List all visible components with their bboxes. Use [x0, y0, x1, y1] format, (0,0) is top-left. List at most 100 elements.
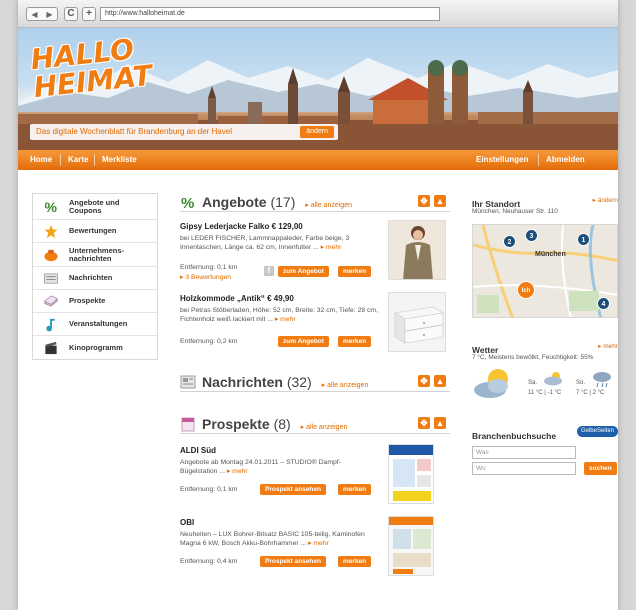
map-pin[interactable]: 3 — [525, 229, 538, 242]
sidebar-item-label: Angebote und Coupons — [69, 197, 120, 215]
where-input[interactable]: Wo — [472, 462, 576, 475]
prospekte-all-link[interactable]: ▸ alle anzeigen — [301, 424, 348, 431]
map-pin[interactable]: 2 — [503, 235, 516, 248]
newspaper-icon — [180, 375, 196, 389]
angebote-header: % Angebote (17) ▸ alle anzeigen ✥ ▴ — [180, 192, 450, 212]
brochure-item: ALDI Süd Angebote ab Montag 24.01.2011 –… — [180, 444, 450, 510]
location-map[interactable]: 2 3 1 4 München Ich — [472, 224, 618, 318]
my-location-pin[interactable]: Ich — [517, 281, 535, 299]
more-link[interactable]: ▸ mehr — [321, 244, 342, 251]
brochure-icon — [181, 417, 195, 432]
section-title-text: Angebote — [202, 194, 267, 210]
dresser-image[interactable] — [388, 292, 446, 352]
bookmark-button[interactable]: merken — [338, 556, 372, 567]
sidebar-item-kinoprogramm[interactable]: Kinoprogramm — [33, 336, 157, 359]
brochure-item: OBI Neuheiten – LUX Bohrer-Bitsatz BASIC… — [180, 516, 450, 582]
sidebar-item-prospekte[interactable]: Prospekte — [33, 290, 157, 313]
jacket-image[interactable] — [388, 220, 446, 280]
company-icon — [44, 249, 58, 262]
map-pin[interactable]: 1 — [577, 233, 590, 246]
url-bar[interactable]: http://www.halloheimat.de — [100, 7, 440, 21]
nav-abmelden[interactable]: Abmelden — [546, 150, 585, 170]
sidebar-item-veranstaltungen[interactable]: Veranstaltungen — [33, 313, 157, 336]
nachrichten-all-link[interactable]: ▸ alle anzeigen — [322, 382, 369, 389]
nav-merkliste[interactable]: Merkliste — [102, 150, 137, 170]
more-link[interactable]: ▸ mehr — [227, 468, 248, 475]
settings-icon[interactable]: ✥ — [418, 417, 430, 429]
newspaper-icon — [44, 273, 58, 284]
view-brochure-button[interactable]: Prospekt ansehen — [260, 556, 326, 567]
weather-day1-temp: 11 °C | -1 °C — [528, 390, 562, 396]
cloudy-icon — [544, 372, 562, 386]
change-location-link[interactable]: ▸ ändern — [593, 196, 618, 204]
svg-text:%: % — [44, 199, 57, 214]
map-city-label: München — [535, 251, 566, 258]
nav-home[interactable]: Home — [30, 150, 52, 170]
obi-brochure-image[interactable] — [388, 516, 434, 576]
sidebar-item-unternehmensnachrichten[interactable]: Unternehmens-nachrichten — [33, 243, 157, 267]
sidebar-item-angebote[interactable]: % Angebote und Coupons — [33, 194, 157, 220]
rain-icon — [593, 372, 611, 388]
brochure-distance: Entfernung: 0,4 km — [180, 558, 238, 565]
offer-desc: bei LEDER FISCHER, Lammnappaleder, Farbe… — [180, 235, 350, 251]
more-link[interactable]: ▸ mehr — [275, 316, 296, 323]
section-count: (32) — [286, 374, 312, 390]
clapperboard-icon — [45, 341, 57, 355]
bookmark-button[interactable]: merken — [338, 336, 372, 347]
sidebar-item-label: Kinoprogramm — [69, 342, 123, 352]
weather-header: Wetter ▸ mehr — [472, 340, 618, 355]
change-city-button[interactable]: ändern — [300, 126, 334, 138]
browser-window: ◀ ▶ C + http://www.halloheimat.de HALLO … — [18, 0, 618, 610]
brochure-icon — [43, 295, 59, 307]
settings-icon[interactable]: ✥ — [418, 195, 430, 207]
site-logo[interactable]: HALLO HEIMAT — [29, 33, 154, 104]
weather-day2-label: So. — [576, 380, 586, 386]
brochure-desc: Angebote ab Montag 24.01.2011 – STUDIO® … — [180, 459, 341, 475]
facebook-icon[interactable]: f — [264, 266, 274, 276]
offer-item: Holzkommode „Antik“ € 49,90 bei Petras S… — [180, 292, 450, 354]
sun-cloud-icon — [474, 369, 508, 398]
sidebar-item-nachrichten[interactable]: Nachrichten — [33, 267, 157, 290]
category-sidebar: % Angebote und Coupons Bewertungen Unter… — [32, 193, 158, 360]
weather-more-link[interactable]: ▸ mehr — [598, 342, 618, 350]
back-icon[interactable]: ◀ — [31, 10, 37, 19]
sidebar-item-label: Prospekte — [69, 296, 106, 305]
music-note-icon — [46, 318, 55, 332]
what-input[interactable]: Was — [472, 446, 576, 459]
search-button[interactable]: suchen — [584, 462, 617, 475]
settings-icon[interactable]: ✥ — [418, 375, 430, 387]
angebote-all-link[interactable]: ▸ alle anzeigen — [305, 202, 352, 209]
weather-current: 7 °C, Meistens bewölkt, Feuchtigkeit: 55… — [472, 354, 594, 361]
angebote-title: Angebote (17) ▸ alle anzeigen — [202, 192, 352, 216]
business-search-header: Branchenbuchsuche GelbeSeiten — [472, 426, 618, 441]
gelbe-seiten-badge: GelbeSeiten — [576, 426, 618, 437]
sidebar-item-bewertungen[interactable]: Bewertungen — [33, 220, 157, 243]
nachrichten-title: Nachrichten (32) ▸ alle anzeigen — [202, 372, 368, 396]
nav-einstellungen[interactable]: Einstellungen — [476, 150, 528, 170]
prospekte-title: Prospekte (8) ▸ alle anzeigen — [202, 414, 347, 438]
sidebar-item-label: Unternehmens-nachrichten — [69, 245, 125, 263]
collapse-icon[interactable]: ▴ — [434, 417, 446, 429]
offer-button[interactable]: zum Angebot — [278, 266, 329, 277]
aldi-brochure-image[interactable] — [388, 444, 434, 504]
right-column: Ihr Standort ▸ ändern München, Neuhauser… — [472, 194, 618, 475]
main-content: % Angebote (17) ▸ alle anzeigen ✥ ▴ Gips… — [180, 192, 450, 576]
collapse-icon[interactable]: ▴ — [434, 195, 446, 207]
reload-icon[interactable]: C — [64, 7, 78, 21]
sidebar-item-label: Bewertungen — [69, 226, 117, 235]
bookmark-button[interactable]: merken — [338, 266, 372, 277]
add-tab-icon[interactable]: + — [82, 7, 96, 21]
more-link[interactable]: ▸ mehr — [308, 540, 329, 547]
bookmark-button[interactable]: merken — [338, 484, 372, 495]
view-brochure-button[interactable]: Prospekt ansehen — [260, 484, 326, 495]
nav-karte[interactable]: Karte — [68, 150, 88, 170]
offer-button[interactable]: zum Angebot — [278, 336, 329, 347]
section-title-text: Prospekte — [202, 416, 270, 432]
back-forward-buttons[interactable]: ◀ ▶ — [26, 7, 58, 21]
brochure-desc: Neuheiten – LUX Bohrer-Bitsatz BASIC 105… — [180, 531, 365, 547]
forward-icon[interactable]: ▶ — [46, 10, 52, 19]
map-pin[interactable]: 4 — [597, 297, 610, 310]
expand-icon[interactable]: ▴ — [434, 375, 446, 387]
reviews-link[interactable]: ▸ 3 Bewertungen — [180, 273, 231, 281]
sidebar-item-label: Veranstaltungen — [69, 319, 128, 328]
